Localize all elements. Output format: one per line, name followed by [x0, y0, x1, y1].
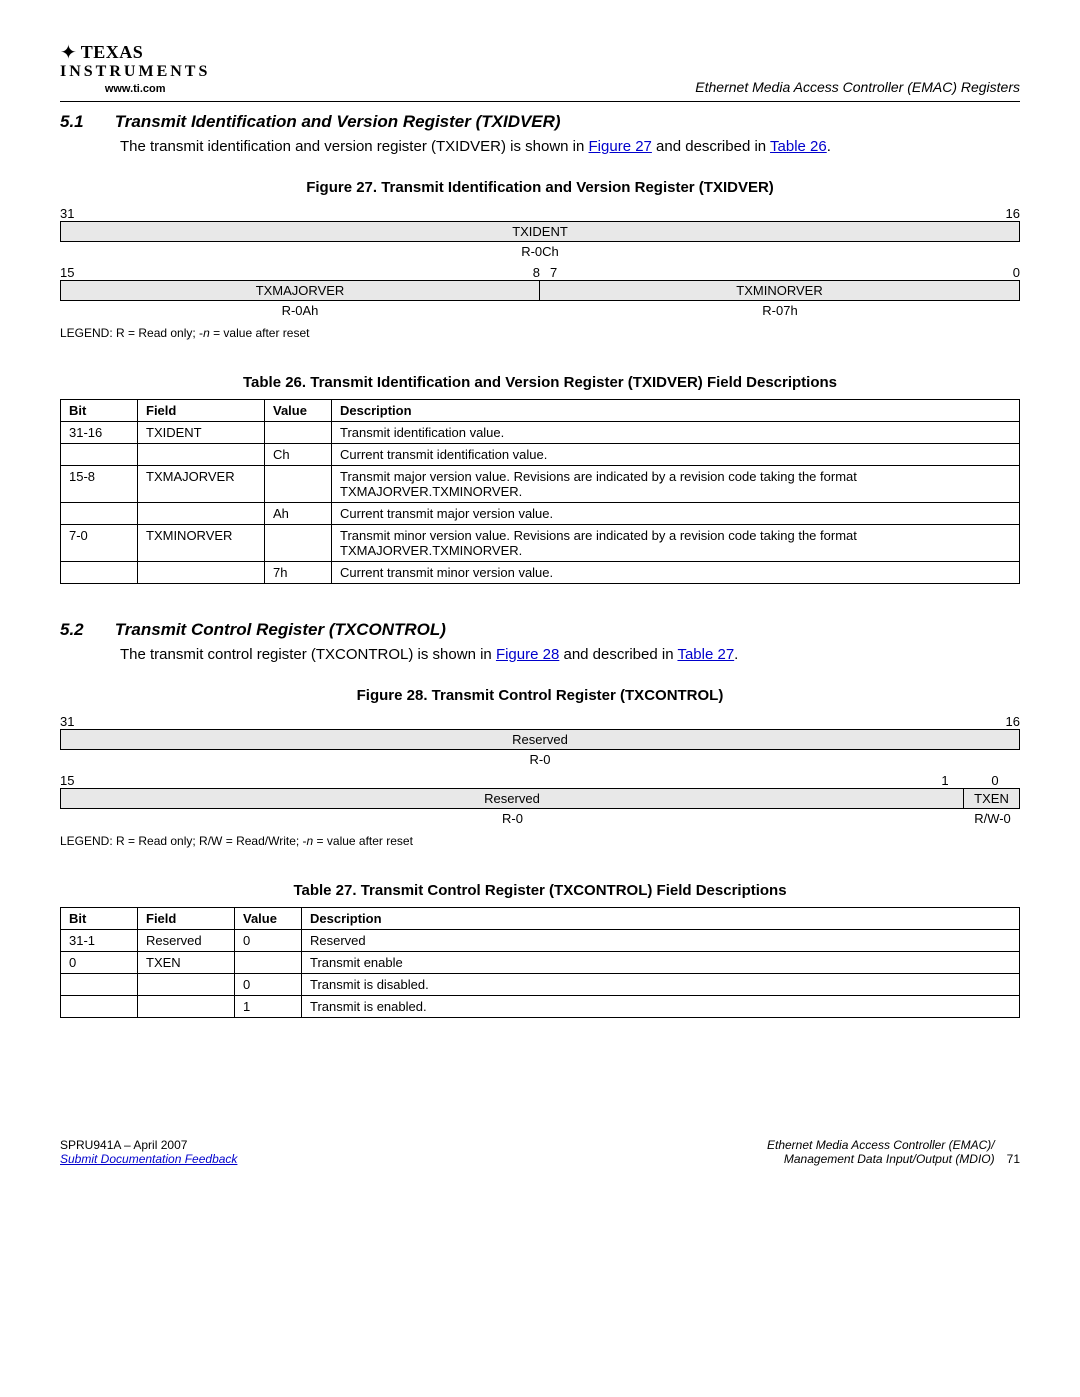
figure-28-bitfield: 31 16 Reserved R-0 15 1 0 Reserved TXEN …	[60, 714, 1020, 828]
bit-1: 1	[920, 773, 970, 788]
reset-txen: R/W-0	[965, 809, 1020, 828]
page-footer: SPRU941A – April 2007 Submit Documentati…	[60, 1138, 1020, 1166]
page-header: ✦ TEXAS INSTRUMENTS www.ti.com Ethernet …	[60, 40, 1020, 95]
th-bit: Bit	[61, 400, 138, 422]
doc-id: SPRU941A – April 2007	[60, 1138, 237, 1152]
footer-title-a: Ethernet Media Access Controller (EMAC)/	[767, 1138, 995, 1152]
table-row: 1Transmit is enabled.	[61, 996, 1020, 1018]
bit-0: 0	[970, 773, 1020, 788]
reset-txmajorver: R-0Ah	[60, 301, 540, 320]
table-26-title: Table 26. Transmit Identification and Ve…	[60, 374, 1020, 391]
legend-b: = value after reset	[313, 834, 413, 848]
submit-feedback-link[interactable]: Submit Documentation Feedback	[60, 1152, 237, 1166]
ti-chip-icon: ✦	[60, 40, 77, 65]
th-field: Field	[138, 908, 235, 930]
table-27: Bit Field Value Description 31-1Reserved…	[60, 907, 1020, 1018]
bit-8: 8	[520, 265, 540, 280]
bit-15: 15	[60, 265, 90, 280]
table-row: Bit Field Value Description	[61, 908, 1020, 930]
footer-title-b: Management Data Input/Output (MDIO)	[767, 1152, 995, 1166]
section-5-1-title: 5.1 Transmit Identification and Version …	[60, 112, 1020, 132]
field-reserved-b: Reserved	[61, 789, 964, 808]
table-row: ChCurrent transmit identification value.	[61, 444, 1020, 466]
th-value: Value	[235, 908, 302, 930]
figure-28-link[interactable]: Figure 28	[496, 646, 559, 663]
figure-27-bitfield: 31 16 TXIDENT R-0Ch 15 8 7 0 TXMAJORVER …	[60, 206, 1020, 320]
bit-31: 31	[60, 206, 90, 221]
figure-28-title: Figure 28. Transmit Control Register (TX…	[60, 687, 1020, 704]
brand-url: www.ti.com	[60, 83, 210, 95]
th-field: Field	[138, 400, 265, 422]
table-row: Bit Field Value Description	[61, 400, 1020, 422]
intro-text-b: and described in	[559, 646, 677, 663]
th-value: Value	[265, 400, 332, 422]
figure-27-legend: LEGEND: R = Read only; -n = value after …	[60, 326, 1020, 340]
table-27-title: Table 27. Transmit Control Register (TXC…	[60, 882, 1020, 899]
table-26: Bit Field Value Description 31-16TXIDENT…	[60, 399, 1020, 584]
bit-31: 31	[60, 714, 90, 729]
field-txminorver: TXMINORVER	[540, 281, 1019, 300]
bit-15: 15	[60, 773, 90, 788]
legend-a: LEGEND: R = Read only; -	[60, 326, 203, 340]
table-row: 31-1Reserved0Reserved	[61, 930, 1020, 952]
brand-top: TEXAS	[81, 42, 144, 63]
intro-text-a: The transmit control register (TXCONTROL…	[120, 646, 496, 663]
legend-b: = value after reset	[210, 326, 310, 340]
bit-7: 7	[540, 265, 570, 280]
section-title-text: Transmit Control Register (TXCONTROL)	[115, 620, 446, 639]
reset-reserved-b: R-0	[60, 809, 965, 828]
section-5-2-body: The transmit control register (TXCONTROL…	[120, 646, 1020, 663]
section-5-1-body: The transmit identification and version …	[120, 138, 1020, 155]
intro-text-c: .	[734, 646, 738, 663]
figure-28-legend: LEGEND: R = Read only; R/W = Read/Write;…	[60, 834, 1020, 848]
brand-bottom: INSTRUMENTS	[60, 63, 210, 81]
intro-text-c: .	[827, 138, 831, 155]
bit-16: 16	[990, 714, 1020, 729]
section-title-text: Transmit Identification and Version Regi…	[115, 112, 561, 131]
reset-txident: R-0Ch	[60, 242, 1020, 261]
table-row: 7hCurrent transmit minor version value.	[61, 562, 1020, 584]
header-rule	[60, 101, 1020, 102]
reset-reserved-a: R-0	[60, 750, 1020, 769]
table-27-link[interactable]: Table 27	[677, 646, 734, 663]
bit-0: 0	[1000, 265, 1020, 280]
field-txmajorver: TXMAJORVER	[61, 281, 540, 300]
intro-text-b: and described in	[652, 138, 770, 155]
section-num: 5.2	[60, 620, 110, 640]
table-row: AhCurrent transmit major version value.	[61, 503, 1020, 525]
field-reserved-a: Reserved	[61, 730, 1019, 749]
section-5-2-title: 5.2 Transmit Control Register (TXCONTROL…	[60, 620, 1020, 640]
figure-27-link[interactable]: Figure 27	[589, 138, 652, 155]
page-number: 71	[1007, 1152, 1020, 1166]
th-desc: Description	[332, 400, 1020, 422]
table-row: 0TXENTransmit enable	[61, 952, 1020, 974]
table-26-link[interactable]: Table 26	[770, 138, 827, 155]
bit-16: 16	[990, 206, 1020, 221]
field-txident: TXIDENT	[61, 222, 1019, 241]
legend-a: LEGEND: R = Read only; R/W = Read/Write;…	[60, 834, 307, 848]
field-txen: TXEN	[964, 789, 1019, 808]
figure-27-title: Figure 27. Transmit Identification and V…	[60, 179, 1020, 196]
reset-txminorver: R-07h	[540, 301, 1020, 320]
intro-text-a: The transmit identification and version …	[120, 138, 589, 155]
table-row: 0Transmit is disabled.	[61, 974, 1020, 996]
table-row: 31-16TXIDENTTransmit identification valu…	[61, 422, 1020, 444]
table-row: 15-8TXMAJORVERTransmit major version val…	[61, 466, 1020, 503]
th-desc: Description	[302, 908, 1020, 930]
legend-n: n	[203, 326, 210, 340]
section-num: 5.1	[60, 112, 110, 132]
header-right: Ethernet Media Access Controller (EMAC) …	[695, 79, 1020, 95]
ti-logo: ✦ TEXAS INSTRUMENTS www.ti.com	[60, 40, 210, 95]
th-bit: Bit	[61, 908, 138, 930]
table-row: 7-0TXMINORVERTransmit minor version valu…	[61, 525, 1020, 562]
